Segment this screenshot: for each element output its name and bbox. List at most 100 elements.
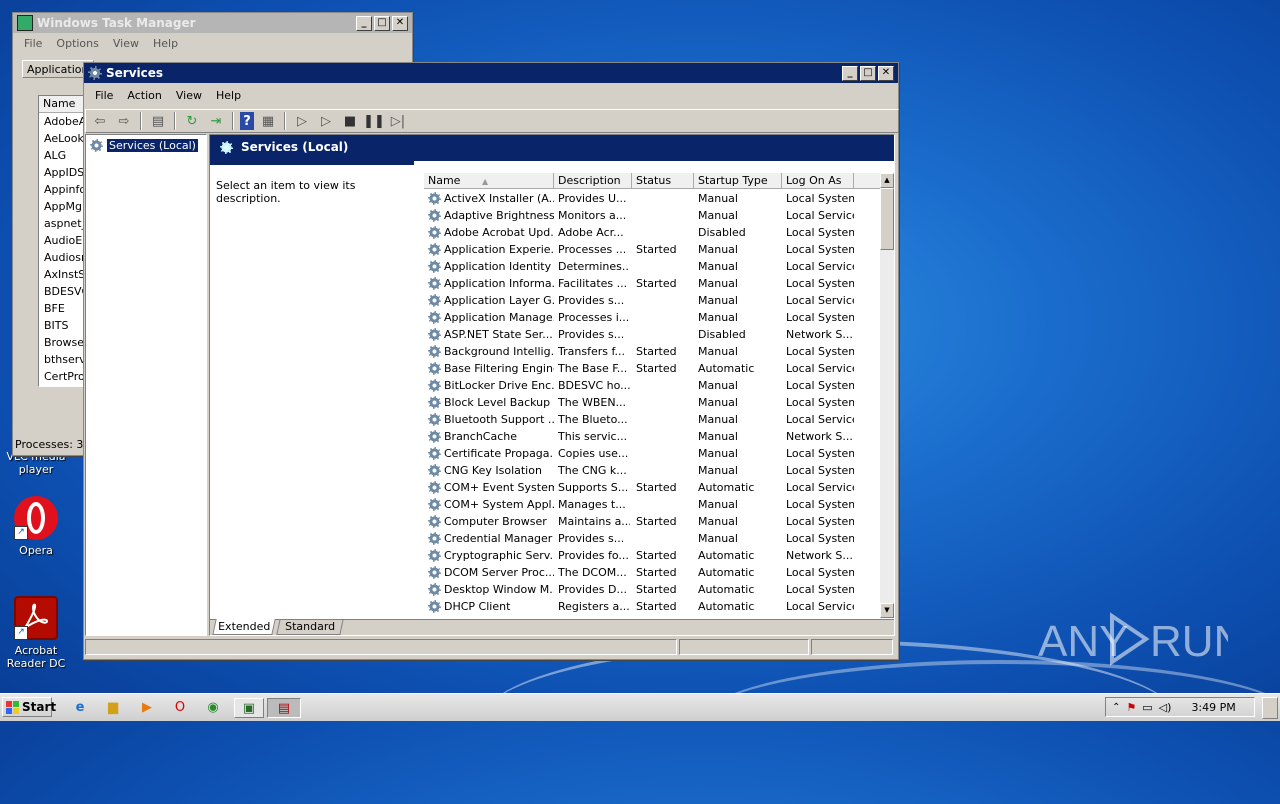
menu-action[interactable]: Action (120, 89, 168, 102)
gear-icon (428, 277, 441, 290)
table-row[interactable]: BranchCache This servic... Manual Network S… (424, 428, 876, 445)
gear-icon (428, 294, 441, 307)
tree-item-services-local[interactable]: Services (Local) (90, 139, 198, 152)
cell-startup-type: Manual (698, 532, 738, 545)
table-row[interactable]: COM+ System Appl... Manages t... Manual Loc… (424, 496, 876, 513)
menu-help[interactable]: Help (209, 89, 248, 102)
scroll-up-arrow-icon[interactable]: ▲ (880, 173, 894, 188)
table-row[interactable]: Block Level Backup ... The WBEN... Manual L… (424, 394, 876, 411)
close-button[interactable]: ✕ (392, 15, 408, 31)
panel-title: Services (Local) (220, 140, 348, 154)
table-row[interactable]: Desktop Window M... Provides D... Started A… (424, 581, 876, 598)
table-row[interactable]: Application Informa... Facilitates ... Sta… (424, 275, 876, 292)
stop-service-icon[interactable]: ■ (340, 112, 360, 130)
table-row[interactable]: Application Identity Determines... Manual L… (424, 258, 876, 275)
export-list-icon[interactable]: ⇥ (206, 112, 226, 130)
table-row[interactable]: CNG Key Isolation The CNG k... Manual Local… (424, 462, 876, 479)
desktop-icon-acrobat[interactable]: ↗ Acrobat Reader DC (0, 596, 72, 670)
gear-icon (428, 345, 441, 358)
restart-service-icon[interactable]: ▷| (388, 112, 408, 130)
back-arrow-icon[interactable]: ⇦ (90, 112, 110, 130)
cell-name: CNG Key Isolation (444, 464, 542, 477)
menu-file[interactable]: File (17, 37, 49, 50)
desktop-icon-opera[interactable]: ↗ Opera (0, 496, 72, 557)
table-row[interactable]: Adobe Acrobat Upd... Adobe Acr... Disabled… (424, 224, 876, 241)
table-row[interactable]: Application Layer G... Provides s... Manua… (424, 292, 876, 309)
cell-log-on-as: Network S... (786, 430, 853, 443)
table-row[interactable]: Certificate Propaga... Copies use... Manua… (424, 445, 876, 462)
scroll-down-arrow-icon[interactable]: ▼ (880, 603, 894, 618)
services-titlebar[interactable]: Services _ □ ✕ (84, 63, 898, 83)
cell-startup-type: Automatic (698, 362, 755, 375)
services-window[interactable]: Services _ □ ✕ File Action View Help ⇦ ⇨… (83, 62, 899, 660)
column-header-status[interactable]: Status (632, 173, 694, 189)
start-service-alt-icon[interactable]: ▷ (316, 112, 336, 130)
table-row[interactable]: ActiveX Installer (A... Provides U... Manu… (424, 190, 876, 207)
minimize-button[interactable]: _ (842, 65, 858, 81)
table-row[interactable]: Application Experie... Processes ... Start… (424, 241, 876, 258)
tree-item-label: Services (Local) (107, 139, 198, 152)
chrome-icon[interactable]: ◉ (203, 698, 223, 716)
volume-icon[interactable]: ◁) (1159, 701, 1172, 714)
maximize-button[interactable]: □ (860, 65, 876, 81)
table-row[interactable]: Base Filtering Engine The Base F... Starte… (424, 360, 876, 377)
refresh-icon[interactable]: ↻ (182, 112, 202, 130)
help-icon[interactable]: ? (240, 112, 254, 130)
column-header-log-on-as[interactable]: Log On As (782, 173, 854, 189)
table-row[interactable]: Computer Browser Maintains a... Started Man… (424, 513, 876, 530)
opera-taskbar-icon[interactable]: O (170, 698, 190, 716)
table-row[interactable]: Credential Manager Provides s... Manual Loc… (424, 530, 876, 547)
table-row[interactable]: DCOM Server Proc... The DCOM... Started Aut… (424, 564, 876, 581)
menu-view[interactable]: View (106, 37, 146, 50)
gear-icon (428, 481, 441, 494)
table-row[interactable]: Cryptographic Serv... Provides fo... Start… (424, 547, 876, 564)
close-button[interactable]: ✕ (878, 65, 894, 81)
cell-name: Desktop Window M... (444, 583, 554, 596)
network-icon[interactable]: ▭ (1142, 701, 1152, 714)
column-header-name[interactable]: Name ▲ (424, 173, 554, 189)
task-manager-titlebar[interactable]: Windows Task Manager _ □ ✕ (13, 13, 412, 33)
menu-help[interactable]: Help (146, 37, 185, 50)
start-button[interactable]: Start (2, 697, 56, 717)
action-center-icon[interactable]: ⚑ (1126, 701, 1136, 714)
table-row[interactable]: Application Manage... Processes i... Manua… (424, 309, 876, 326)
cell-name: Application Identity (444, 260, 552, 273)
table-row[interactable]: BitLocker Drive Enc... BDESVC ho... Manual… (424, 377, 876, 394)
forward-arrow-icon[interactable]: ⇨ (114, 112, 134, 130)
gear-icon (428, 226, 441, 239)
vertical-scrollbar[interactable]: ▲ ▼ (880, 173, 894, 618)
show-hide-tree-icon[interactable]: ▤ (148, 112, 168, 130)
internet-explorer-icon[interactable]: e (70, 698, 90, 716)
table-row[interactable]: Bluetooth Support ... The Blueto... Manual… (424, 411, 876, 428)
gear-icon (428, 328, 441, 341)
tab-standard[interactable]: Standard (276, 619, 344, 635)
cell-startup-type: Automatic (698, 549, 755, 562)
menu-file[interactable]: File (88, 89, 120, 102)
column-header-startup-type[interactable]: Startup Type (694, 173, 782, 189)
cell-startup-type: Manual (698, 447, 738, 460)
show-hidden-icons-icon[interactable]: ⌃ (1112, 702, 1120, 713)
table-row[interactable]: DHCP Client Registers a... Started Automati… (424, 598, 876, 615)
clock[interactable]: 3:49 PM (1191, 701, 1235, 714)
pause-service-icon[interactable]: ❚❚ (363, 112, 385, 130)
table-row[interactable]: COM+ Event System Supports S... Started Aut… (424, 479, 876, 496)
column-header-description[interactable]: Description (554, 173, 632, 189)
services-taskbar-button[interactable]: ▤ (267, 698, 301, 718)
table-row[interactable]: ASP.NET State Ser... Provides s... Disable… (424, 326, 876, 343)
services-gear-icon (88, 66, 102, 80)
scroll-thumb[interactable] (880, 188, 894, 250)
table-row[interactable]: Background Intellig... Transfers f... Star… (424, 343, 876, 360)
properties-icon[interactable]: ▦ (258, 112, 278, 130)
cell-log-on-as: Local System (786, 566, 854, 579)
file-explorer-icon[interactable]: ▆ (103, 698, 123, 716)
minimize-button[interactable]: _ (356, 15, 372, 31)
menu-options[interactable]: Options (49, 37, 105, 50)
start-service-icon[interactable]: ▷ (292, 112, 312, 130)
menu-view[interactable]: View (169, 89, 209, 102)
media-player-icon[interactable]: ▶ (137, 698, 157, 716)
tab-extended[interactable]: Extended (212, 619, 276, 635)
show-desktop-button[interactable] (1262, 697, 1278, 719)
maximize-button[interactable]: □ (374, 15, 390, 31)
task-manager-taskbar-button[interactable]: ▣ (234, 698, 264, 718)
table-row[interactable]: Adaptive Brightness Monitors a... Manual Lo… (424, 207, 876, 224)
